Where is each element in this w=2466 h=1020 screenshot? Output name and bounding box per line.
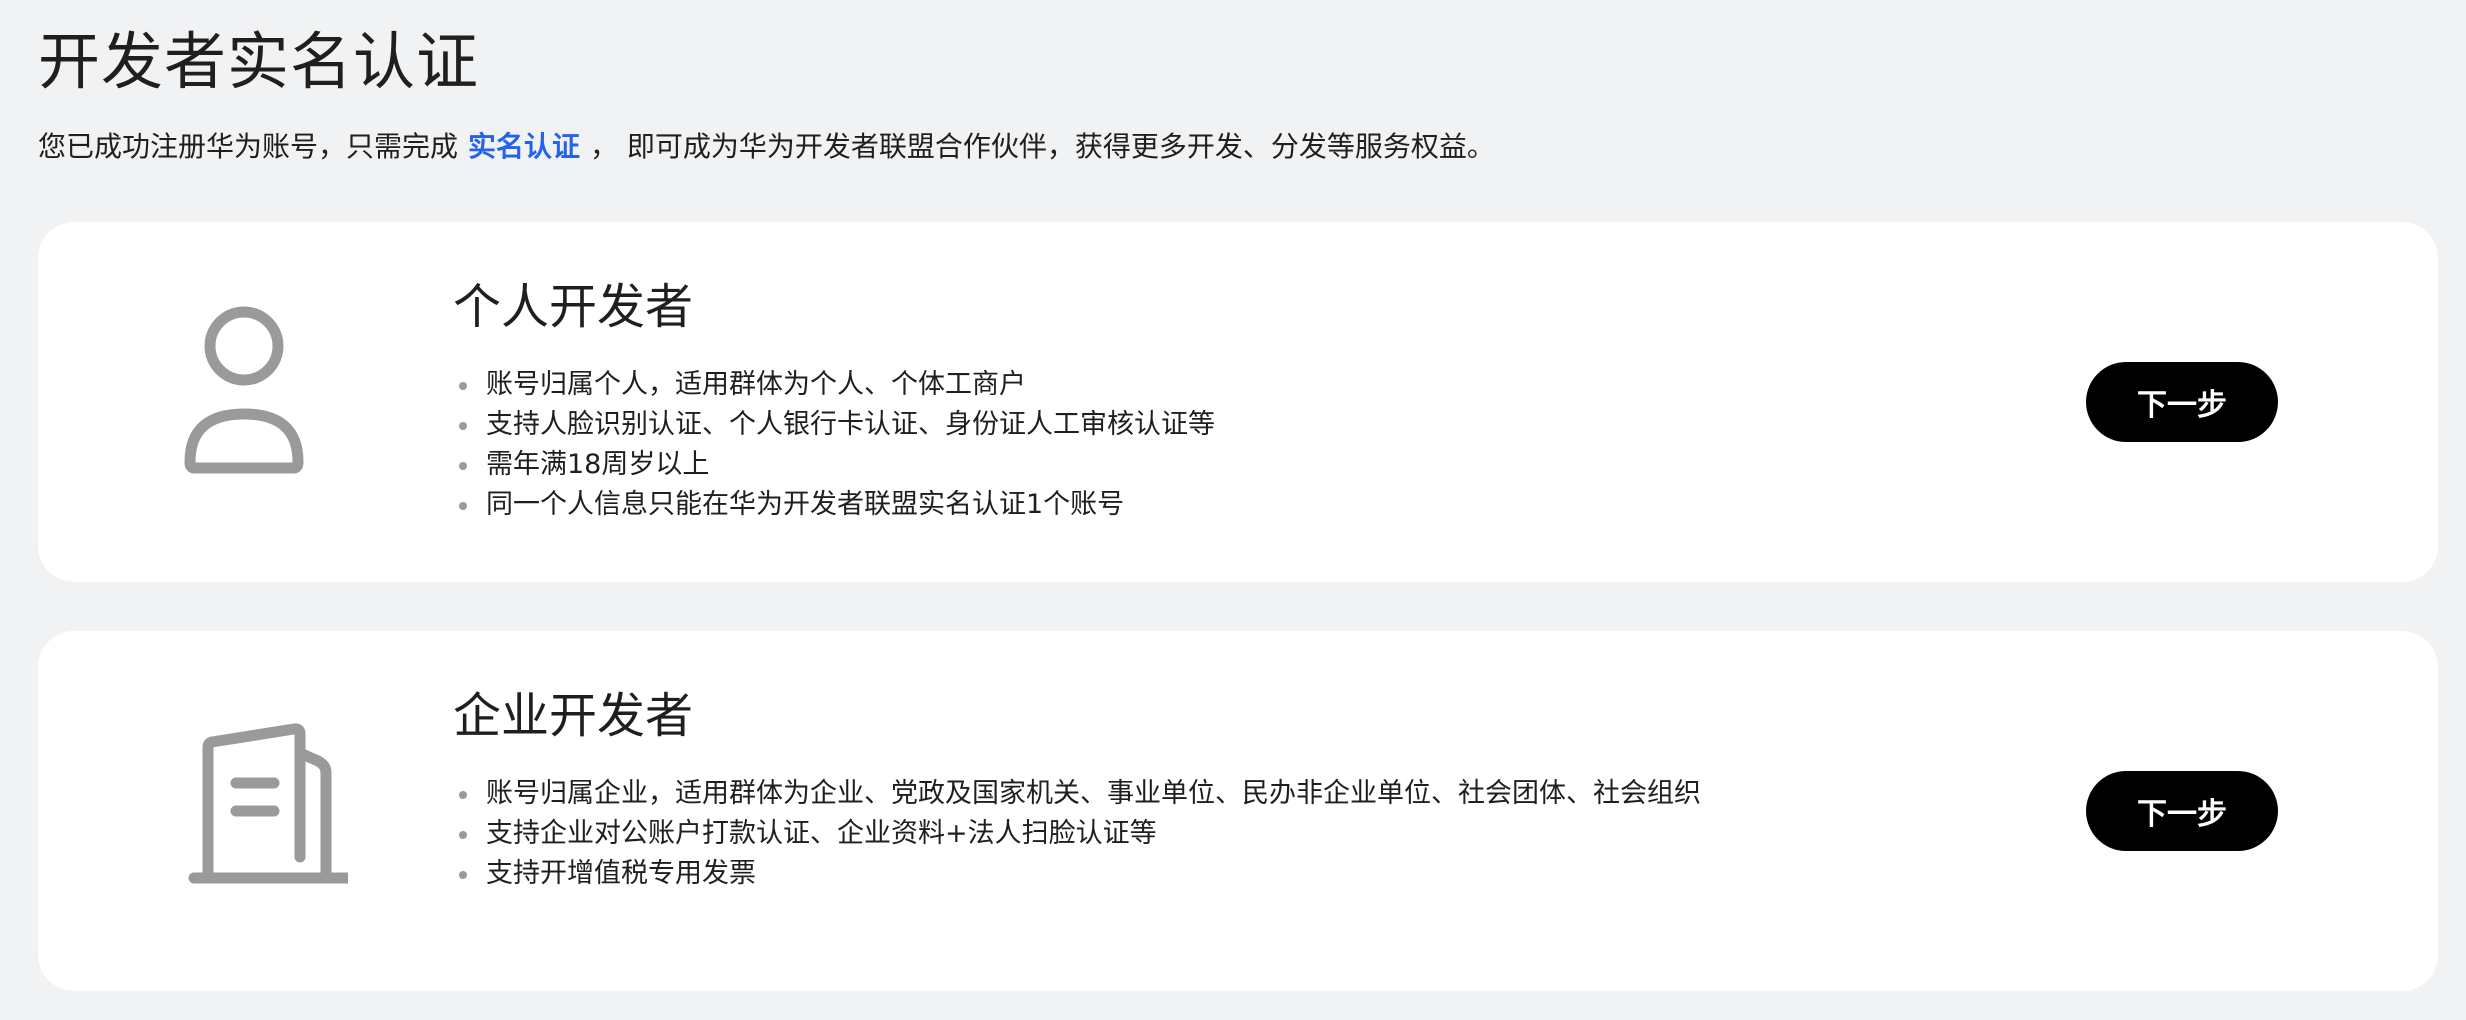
personal-developer-card: 个人开发者 账号归属个人，适用群体为个人、个体工商户 支持人脸识别认证、个人银行… (38, 222, 2438, 582)
feature-item: 支持开增值税专用发票 (453, 854, 1701, 894)
feature-item: 同一个人信息只能在华为开发者联盟实名认证1个账号 (453, 485, 1215, 525)
intro-suffix: ， 即可成为华为开发者联盟合作伙伴，获得更多开发、分发等服务权益。 (590, 130, 1495, 163)
feature-item: 账号归属企业，适用群体为企业、党政及国家机关、事业单位、民办非企业单位、社会团体… (453, 774, 1701, 814)
intro-prefix: 您已成功注册华为账号，只需完成 (38, 130, 459, 163)
feature-item: 支持企业对公账户打款认证、企业资料+法人扫脸认证等 (453, 814, 1701, 854)
feature-item: 账号归属个人，适用群体为个人、个体工商户 (453, 365, 1215, 405)
real-name-auth-link[interactable]: 实名认证 (468, 130, 580, 163)
personal-next-button[interactable]: 下一步 (2086, 362, 2278, 442)
personal-card-title: 个人开发者 (453, 279, 694, 335)
feature-item: 支持人脸识别认证、个人银行卡认证、身份证人工审核认证等 (453, 405, 1215, 445)
enterprise-developer-card: 企业开发者 账号归属企业，适用群体为企业、党政及国家机关、事业单位、民办非企业单… (38, 631, 2438, 991)
page-title: 开发者实名认证 (38, 25, 480, 98)
personal-feature-list: 账号归属个人，适用群体为个人、个体工商户 支持人脸识别认证、个人银行卡认证、身份… (453, 365, 1215, 525)
enterprise-next-button[interactable]: 下一步 (2086, 771, 2278, 851)
intro-text: 您已成功注册华为账号，只需完成 实名认证 ， 即可成为华为开发者联盟合作伙伴，获得更… (38, 126, 1495, 168)
feature-item: 需年满18周岁以上 (453, 445, 1215, 485)
enterprise-card-title: 企业开发者 (453, 688, 694, 744)
enterprise-feature-list: 账号归属企业，适用群体为企业、党政及国家机关、事业单位、民办非企业单位、社会团体… (453, 774, 1701, 894)
building-icon (148, 711, 356, 911)
person-icon (148, 302, 348, 502)
